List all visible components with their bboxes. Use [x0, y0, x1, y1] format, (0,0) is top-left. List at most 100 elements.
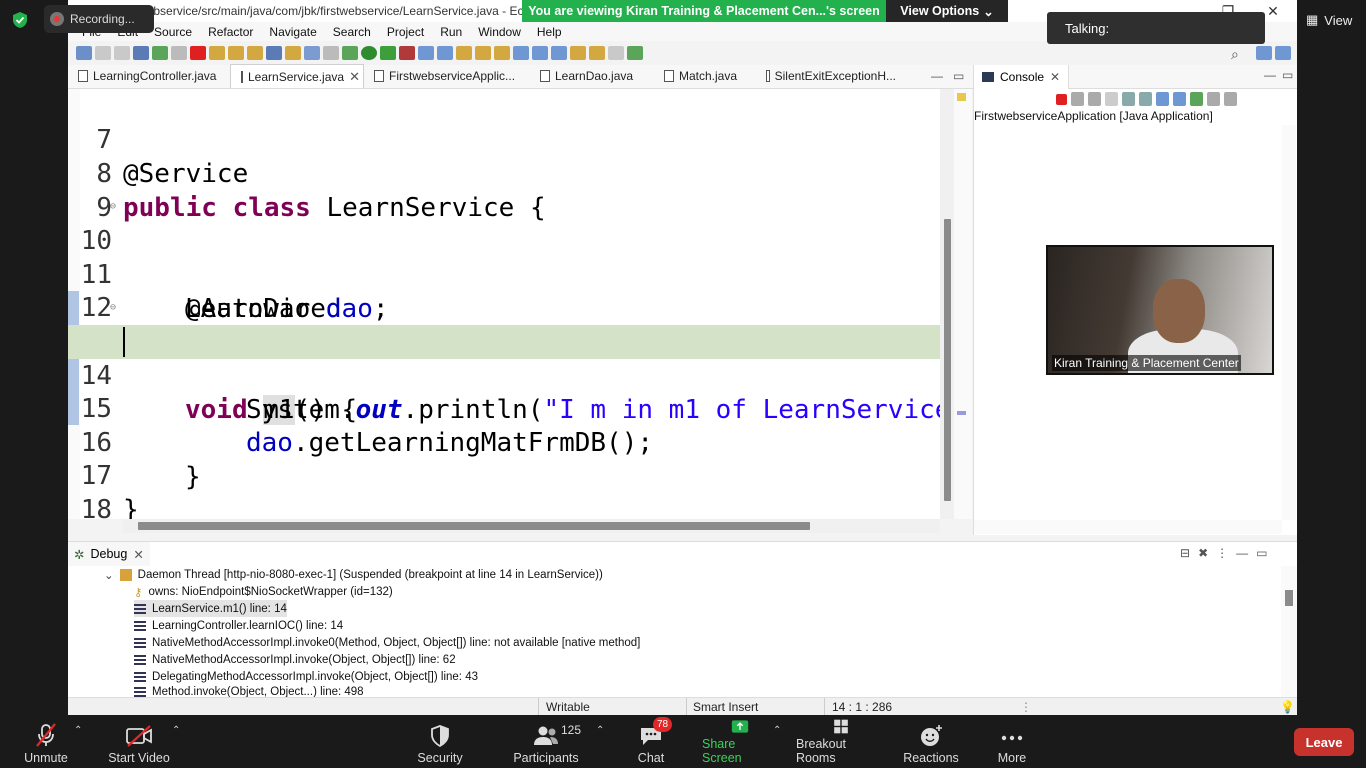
tab-firstwebserviceapplication[interactable]: FirstwebserviceApplic...	[364, 64, 530, 88]
terminate-icon[interactable]	[190, 46, 206, 60]
code-editor[interactable]: 7 @Service 8 public class LearnService {…	[68, 89, 940, 519]
display-console-icon[interactable]	[1207, 92, 1220, 106]
toggle-mark-icon[interactable]	[304, 46, 320, 60]
view-options-button[interactable]: View Options ⌄	[886, 0, 1008, 22]
tab-debug[interactable]: ✲ Debug ✕	[68, 542, 150, 566]
new-icon[interactable]	[76, 46, 92, 60]
editor-horizontal-scrollbar[interactable]	[123, 519, 940, 533]
stack-frame-row[interactable]: NativeMethodAccessorImpl.invoke0(Method,…	[134, 634, 640, 651]
console-vertical-scrollbar[interactable]	[1282, 125, 1296, 520]
scroll-thumb[interactable]	[1285, 590, 1293, 606]
menu-window[interactable]: Window	[470, 25, 529, 39]
expand-arrow-icon[interactable]: ⌄	[104, 568, 114, 582]
clear-console-icon[interactable]	[1105, 92, 1118, 106]
tab-console[interactable]: Console ✕	[974, 65, 1070, 89]
remove-all-terminated-icon[interactable]: ✖	[1198, 546, 1208, 560]
tab-learndao[interactable]: LearnDao.java	[530, 64, 654, 88]
open-task-icon[interactable]	[475, 46, 491, 60]
reactions-button[interactable]: Reactions	[902, 719, 960, 765]
stack-frame-row[interactable]: DelegatingMethodAccessorImpl.invoke(Obje…	[134, 668, 478, 685]
stack-frame-row[interactable]: LearnService.m1() line: 14	[134, 600, 287, 617]
word-wrap-icon[interactable]	[1139, 92, 1152, 106]
maximize-view-icon[interactable]: ▭	[953, 69, 964, 83]
show-on-output-icon[interactable]	[1156, 92, 1169, 106]
menu-refactor[interactable]: Refactor	[200, 25, 261, 39]
monitor-row[interactable]: ⚷ owns: NioEndpoint$NioSocketWrapper (id…	[134, 583, 393, 600]
menu-navigate[interactable]: Navigate	[261, 25, 324, 39]
back-icon[interactable]	[589, 46, 605, 60]
close-tab-icon[interactable]: ✕	[349, 69, 360, 85]
menu-project[interactable]: Project	[379, 25, 432, 39]
minimize-view-icon[interactable]: —	[1264, 68, 1276, 82]
debug-perspective-icon[interactable]	[1275, 46, 1291, 60]
menu-run[interactable]: Run	[432, 25, 470, 39]
skip-breakpoints-icon[interactable]	[133, 46, 149, 60]
step-over-icon[interactable]	[228, 46, 244, 60]
leave-button[interactable]: Leave	[1294, 728, 1354, 756]
tab-learnservice[interactable]: LearnService.java ✕	[230, 64, 364, 88]
tab-silentexitexception[interactable]: SilentExitExceptionH...	[756, 64, 906, 88]
security-button[interactable]: Security	[412, 719, 468, 765]
participant-video-tile[interactable]: Kiran Training & Placement Center	[1046, 245, 1274, 375]
search-tool-icon[interactable]	[494, 46, 510, 60]
use-step-filters-icon[interactable]	[285, 46, 301, 60]
fold-icon[interactable]: ⊖	[110, 291, 116, 325]
open-type-icon[interactable]	[456, 46, 472, 60]
start-video-button[interactable]: Start Video	[104, 719, 174, 765]
drop-frame-icon[interactable]	[266, 46, 282, 60]
pin-editor-icon[interactable]	[627, 46, 643, 60]
console-horizontal-scrollbar[interactable]	[974, 520, 1282, 534]
collapse-all-icon[interactable]: ⊟	[1180, 546, 1190, 560]
fold-icon[interactable]: ⊖	[110, 190, 116, 224]
step-return-icon[interactable]	[247, 46, 263, 60]
encryption-shield-icon[interactable]	[11, 11, 29, 29]
last-edit-icon[interactable]	[570, 46, 586, 60]
editor-vertical-scrollbar[interactable]	[940, 89, 954, 519]
remove-launch-icon[interactable]	[1071, 92, 1084, 106]
resume-icon[interactable]	[152, 46, 168, 60]
close-debug-icon[interactable]: ✕	[133, 547, 143, 562]
menu-source[interactable]: Source	[146, 25, 200, 39]
debug-vertical-scrollbar[interactable]	[1281, 566, 1297, 698]
share-screen-button[interactable]: Share Screen	[702, 719, 778, 765]
unmute-button[interactable]: Unmute	[22, 719, 70, 765]
scroll-lock-icon[interactable]	[1122, 92, 1135, 106]
pin-console-icon[interactable]	[1190, 92, 1203, 106]
suspend-icon[interactable]	[171, 46, 187, 60]
forward-icon[interactable]	[608, 46, 624, 60]
globe-icon[interactable]	[513, 46, 529, 60]
minimize-view-icon[interactable]: —	[931, 69, 943, 83]
new-java-project-icon[interactable]	[418, 46, 434, 60]
more-button[interactable]: More	[986, 719, 1038, 765]
remove-all-icon[interactable]	[1088, 92, 1101, 106]
open-console-icon[interactable]	[1224, 92, 1237, 106]
external-tools-icon[interactable]	[399, 46, 415, 60]
view-menu-icon[interactable]: ⋮	[1216, 546, 1228, 560]
participants-options-icon[interactable]: ⌃	[596, 725, 604, 736]
open-perspective-icon[interactable]	[1256, 46, 1272, 60]
next-annotation-icon[interactable]	[532, 46, 548, 60]
thread-row[interactable]: ⌄ Daemon Thread [http-nio-8080-exec-1] (…	[104, 566, 603, 583]
view-button[interactable]: ▦ View	[1306, 8, 1362, 32]
show-whitespace-icon[interactable]	[323, 46, 339, 60]
tip-icon[interactable]: 💡	[1280, 700, 1295, 714]
show-on-error-icon[interactable]	[1173, 92, 1186, 106]
scroll-thumb[interactable]	[138, 522, 810, 530]
menu-search[interactable]: Search	[325, 25, 379, 39]
stack-frame-row[interactable]: LearningController.learnIOC() line: 14	[134, 617, 343, 634]
recording-indicator[interactable]: Recording...	[44, 5, 154, 33]
audio-options-icon[interactable]: ⌃	[74, 725, 82, 736]
close-console-icon[interactable]: ✕	[1050, 70, 1060, 84]
tab-learningcontroller[interactable]: LearningController.java	[68, 64, 230, 88]
debug-icon[interactable]	[342, 46, 358, 60]
prev-annotation-icon[interactable]	[551, 46, 567, 60]
share-options-icon[interactable]: ⌃	[773, 725, 781, 736]
save-all-icon[interactable]	[114, 46, 130, 60]
search-icon[interactable]: ⌕	[1231, 46, 1253, 62]
run-icon[interactable]	[361, 46, 377, 60]
breakout-rooms-button[interactable]: Breakout Rooms	[796, 719, 886, 765]
maximize-view-icon[interactable]: ▭	[1256, 546, 1267, 560]
maximize-view-icon[interactable]: ▭	[1282, 68, 1293, 82]
minimize-view-icon[interactable]: —	[1236, 546, 1248, 560]
menu-help[interactable]: Help	[529, 25, 570, 39]
